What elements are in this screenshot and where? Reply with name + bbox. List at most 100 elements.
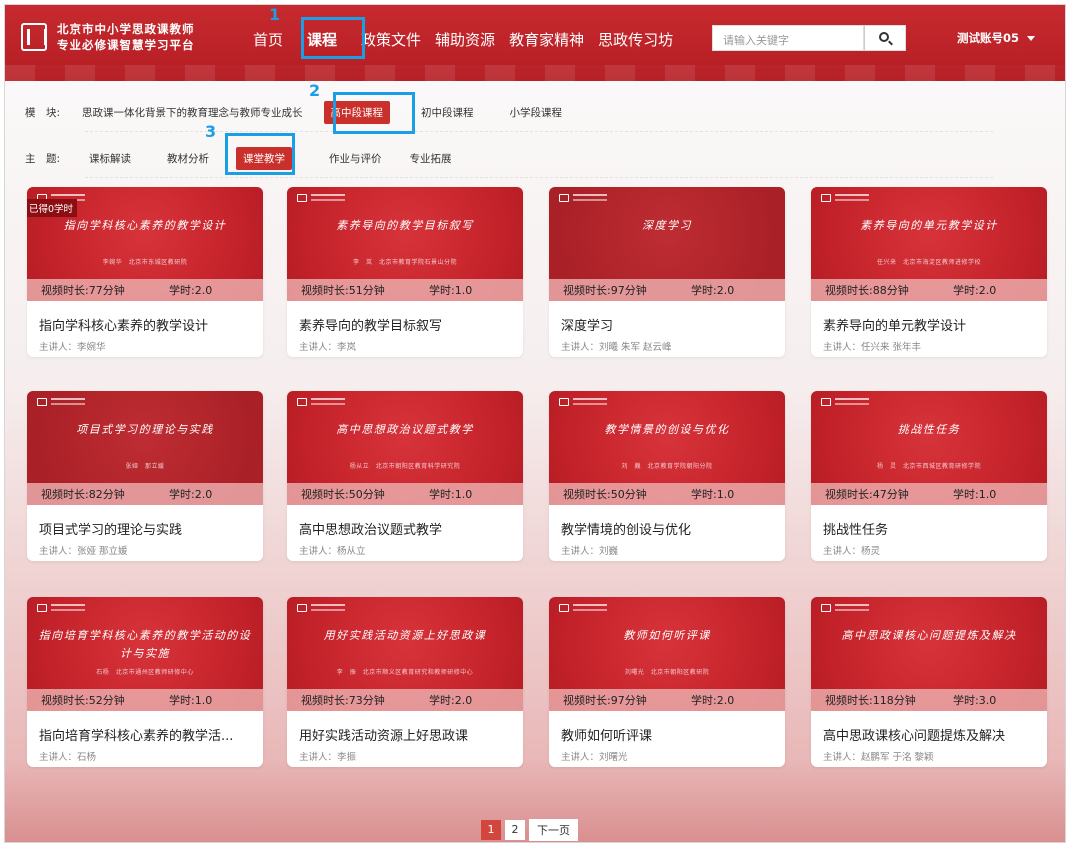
course-thumbnail[interactable]: 教师如何听评课 刘曙光 北京市朝阳区教研院 视频时长:97分钟 学时:2.0: [549, 597, 785, 711]
thumbnail-title: 指向学科核心素养的教学设计: [63, 219, 227, 232]
nav-educator-spirit[interactable]: 教育家精神: [509, 29, 584, 50]
earned-hours-badge: 已得0学时: [27, 199, 78, 217]
module-label: 模 块:: [25, 107, 61, 119]
course-thumbnail[interactable]: 高中思想政治议题式教学 杨从立 北京市朝阳区教育科学研究院 视频时长:50分钟 学时:…: [287, 391, 523, 505]
course-title[interactable]: 项目式学习的理论与实践: [39, 519, 259, 538]
course-title[interactable]: 教师如何听评课: [561, 725, 781, 744]
course-thumbnail[interactable]: 深度学习视频时长:97分钟 学时:2.0: [549, 187, 785, 301]
search-input[interactable]: 请输入关键字: [712, 25, 864, 51]
thumbnail-subtitle: 刘 巍 北京教育学院朝阳分院: [621, 463, 713, 470]
course-card[interactable]: 用好实践活动资源上好思政课李 振 北京市顺义区教育研究和教师研修中心 视频时长:7…: [287, 597, 523, 767]
search-button[interactable]: [864, 25, 906, 51]
course-card[interactable]: 素养导向的教学目标叙写李 岚 北京市教育学院石景山分院 视频时长:51分钟 学时:1…: [287, 187, 523, 357]
course-card[interactable]: 挑战性任务杨 灵 北京市西城区教育研修学院 视频时长:47分钟 学时:1.0 挑战性任…: [811, 391, 1047, 561]
course-thumbnail[interactable]: 高中思政课核心问题提炼及解决 视频时长:118分钟 学时:3.0: [811, 597, 1047, 711]
pagination: 1 2 下一页: [481, 819, 578, 841]
credit-hours: 学时:2.0: [169, 488, 213, 501]
course-thumbnail[interactable]: 用好实践活动资源上好思政课李 振 北京市顺义区教育研究和教师研修中心 视频时长:7…: [287, 597, 523, 711]
course-card[interactable]: 教学情景的创设与优化刘 巍 北京教育学院朝阳分院 视频时长:50分钟 学时:1.0 教…: [549, 391, 785, 561]
credit-hours: 学时:2.0: [169, 284, 213, 297]
topic-option-homework[interactable]: 作业与评价: [322, 147, 389, 170]
topic-option-standards[interactable]: 课标解读: [77, 147, 138, 170]
thumbnail-title: 深度学习: [642, 219, 692, 232]
nav-resources[interactable]: 辅助资源: [435, 29, 495, 50]
course-title[interactable]: 高中思政课核心问题提炼及解决: [823, 725, 1043, 744]
video-info-bar: 视频时长:51分钟 学时:1.0: [287, 279, 523, 301]
platform-logo-icon[interactable]: [21, 23, 47, 51]
thumbnail-logo-icon: [559, 604, 569, 612]
course-thumbnail[interactable]: 素养导向的教学目标叙写李 岚 北京市教育学院石景山分院视频时长:51分钟 学时:1…: [287, 187, 523, 301]
course-title[interactable]: 指向学科核心素养的教学设计: [39, 315, 259, 334]
course-thumbnail[interactable]: 教学情景的创设与优化刘 巍 北京教育学院朝阳分院 视频时长:50分钟 学时:1.0: [549, 391, 785, 505]
thumbnail-subtitle: 杨 灵 北京市西城区教育研修学院: [876, 463, 981, 470]
thumbnail-logo-text: [835, 398, 869, 405]
thumbnail-subtitle: 任兴来 北京市海淀区教师进修学校: [876, 259, 981, 266]
course-card[interactable]: 高中思想政治议题式教学 杨从立 北京市朝阳区教育科学研究院 视频时长:50分钟 学时:…: [287, 391, 523, 561]
course-lecturer: 主讲人：李岚: [299, 342, 357, 353]
annotation-number: 2: [309, 81, 321, 100]
course-title[interactable]: 深度学习: [561, 315, 781, 334]
course-card[interactable]: 素养导向的单元教学设计 任兴来 北京市海淀区教师进修学校 视频时长:88分钟 学时:2…: [811, 187, 1047, 357]
video-duration: 视频时长:82分钟: [41, 488, 125, 501]
course-card[interactable]: 指向学科核心素养的教学设计 李婉华 北京市东城区教研院 视频时长:77分钟 学时:2.…: [27, 187, 263, 357]
course-thumbnail[interactable]: 指向培育学科核心素养的教学活动的设计与实施 石杨 北京市通州区教师研修中心 视频时长…: [27, 597, 263, 711]
course-title[interactable]: 用好实践活动资源上好思政课: [299, 725, 519, 744]
credit-hours: 学时:2.0: [691, 284, 735, 297]
course-thumbnail[interactable]: 素养导向的单元教学设计 任兴来 北京市海淀区教师进修学校 视频时长:88分钟 学时:2…: [811, 187, 1047, 301]
course-thumbnail[interactable]: 项目式学习的理论与实践 张娅 那立媛 视频时长:82分钟 学时:2.0: [27, 391, 263, 505]
platform-name-line2: 专业必修课智慧学习平台: [57, 38, 195, 52]
thumbnail-logo-text: [835, 194, 869, 201]
thumbnail-title: 高中思想政治议题式教学: [336, 423, 474, 436]
course-title[interactable]: 素养导向的单元教学设计: [823, 315, 1043, 334]
course-card[interactable]: 项目式学习的理论与实践 张娅 那立媛 视频时长:82分钟 学时:2.0 项目式学习的理论…: [27, 391, 263, 561]
account-name: 测试账号05: [957, 31, 1020, 45]
video-info-bar: 视频时长:97分钟 学时:2.0: [549, 279, 785, 301]
course-thumbnail[interactable]: 挑战性任务杨 灵 北京市西城区教育研修学院 视频时长:47分钟 学时:1.0: [811, 391, 1047, 505]
next-page-button[interactable]: 下一页: [529, 819, 578, 841]
course-title[interactable]: 高中思想政治议题式教学: [299, 519, 519, 538]
course-title[interactable]: 教学情境的创设与优化: [561, 519, 781, 538]
nav-home[interactable]: 首页: [253, 29, 283, 50]
thumbnail-logo-icon: [559, 398, 569, 406]
course-card[interactable]: 教师如何听评课 刘曙光 北京市朝阳区教研院 视频时长:97分钟 学时:2.0 教师如何听…: [549, 597, 785, 767]
module-option-middle-school[interactable]: 初中段课程: [414, 101, 481, 124]
course-lecturer: 主讲人：张娅 那立媛: [39, 546, 128, 557]
video-duration: 视频时长:51分钟: [301, 284, 385, 297]
course-title[interactable]: 指向培育学科核心素养的教学活...: [39, 725, 259, 744]
course-card[interactable]: 指向培育学科核心素养的教学活动的设计与实施 石杨 北京市通州区教师研修中心 视频时长…: [27, 597, 263, 767]
annotation-box: [225, 133, 295, 175]
annotation-box: [333, 92, 415, 134]
course-lecturer: 主讲人：刘巍: [561, 546, 619, 557]
page-2-button[interactable]: 2: [505, 820, 525, 840]
course-lecturer: 主讲人：刘曙光: [561, 752, 628, 763]
topic-option-extension[interactable]: 专业拓展: [403, 147, 459, 170]
credit-hours: 学时:1.0: [429, 284, 473, 297]
account-menu[interactable]: 测试账号05: [957, 30, 1036, 46]
video-info-bar: 视频时长:82分钟 学时:2.0: [27, 483, 263, 505]
thumbnail-logo-icon: [821, 194, 831, 202]
page-1-button[interactable]: 1: [481, 820, 501, 840]
thumbnail-logo-icon: [821, 604, 831, 612]
thumbnail-title: 用好实践活动资源上好思政课: [323, 629, 487, 642]
thumbnail-logo-text: [573, 194, 607, 201]
platform-name[interactable]: 北京市中小学思政课教师 专业必修课智慧学习平台: [57, 21, 195, 53]
course-lecturer: 主讲人：李婉华: [39, 342, 106, 353]
course-title[interactable]: 素养导向的教学目标叙写: [299, 315, 519, 334]
course-card[interactable]: 高中思政课核心问题提炼及解决 视频时长:118分钟 学时:3.0 高中思政课核心问题提…: [811, 597, 1047, 767]
course-card[interactable]: 深度学习 视频时长:97分钟 学时:2.0 深度学习 主讲人：刘曦 朱军 赵云峰: [549, 187, 785, 357]
topic-option-textbook[interactable]: 教材分析: [160, 147, 216, 170]
thumbnail-logo-text: [311, 604, 345, 611]
nav-policy[interactable]: 政策文件: [361, 29, 421, 50]
thumbnail-logo-icon: [37, 398, 47, 406]
thumbnail-title: 素养导向的教学目标叙写: [336, 219, 474, 232]
thumbnail-logo-text: [311, 398, 345, 405]
module-option-integration[interactable]: 思政课一体化背景下的教育理念与教师专业成长: [77, 101, 310, 124]
credit-hours: 学时:2.0: [953, 284, 997, 297]
module-option-primary-school[interactable]: 小学段课程: [503, 101, 570, 124]
course-title[interactable]: 挑战性任务: [823, 519, 1043, 538]
video-duration: 视频时长:47分钟: [825, 488, 909, 501]
video-duration: 视频时长:118分钟: [825, 694, 916, 707]
thumbnail-subtitle: 李 岚 北京市教育学院石景山分院: [352, 259, 457, 266]
credit-hours: 学时:3.0: [953, 694, 997, 707]
nav-workshop[interactable]: 思政传习坊: [598, 29, 673, 50]
